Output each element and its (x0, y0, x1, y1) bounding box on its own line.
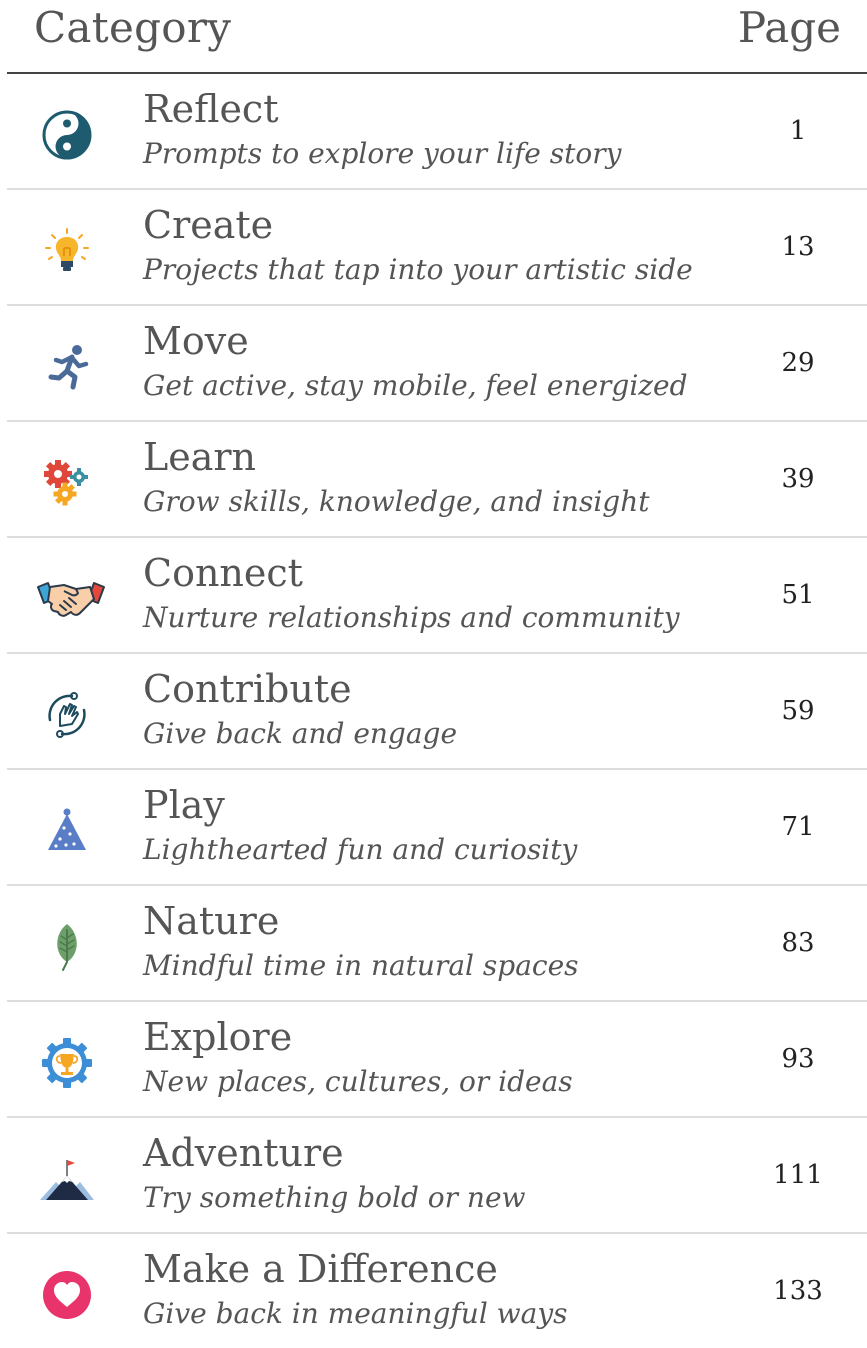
category-column-header: Category (34, 3, 232, 52)
trophy-gear-icon (39, 1035, 95, 1091)
category-list: Reflect Prompts to explore your life sto… (0, 74, 867, 1348)
helping-hand-icon (39, 687, 95, 743)
row-page-number: 59 (781, 696, 815, 726)
row-title: Make a Difference (143, 1247, 498, 1291)
row-page-number: 71 (781, 812, 815, 842)
row-title: Learn (143, 435, 257, 479)
mountain-flag-icon (37, 1151, 97, 1207)
row-page-number: 1 (789, 116, 807, 146)
leaf-icon (39, 919, 95, 975)
row-subtitle: Lighthearted fun and curiosity (143, 833, 578, 866)
row-page-number: 13 (781, 232, 815, 262)
runner-icon (39, 339, 95, 395)
row-subtitle: Give back and engage (143, 717, 458, 750)
table-header: Category Page (0, 0, 867, 74)
heart-icon (39, 1267, 95, 1323)
table-row[interactable]: Connect Nurture relationships and commun… (7, 538, 867, 654)
row-page-number: 111 (773, 1160, 823, 1190)
row-page-number: 51 (781, 580, 815, 610)
table-row[interactable]: Adventure Try something bold or new 111 (7, 1118, 867, 1234)
row-subtitle: Mindful time in natural spaces (143, 949, 579, 982)
page-column-header: Page (737, 3, 841, 52)
row-title: Explore (143, 1015, 293, 1059)
table-row[interactable]: Explore New places, cultures, or ideas 9… (7, 1002, 867, 1118)
table-row[interactable]: Make a Difference Give back in meaningfu… (7, 1234, 867, 1348)
lightbulb-icon (39, 223, 95, 279)
row-title: Adventure (143, 1131, 344, 1175)
yin-yang-icon (39, 107, 95, 163)
row-subtitle: Give back in meaningful ways (143, 1297, 568, 1330)
gears-icon (39, 455, 95, 511)
row-subtitle: Try something bold or new (143, 1181, 526, 1214)
party-hat-icon (39, 803, 95, 859)
row-title: Connect (143, 551, 303, 595)
row-page-number: 93 (781, 1044, 815, 1074)
row-subtitle: Get active, stay mobile, feel energized (143, 369, 688, 402)
row-subtitle: Projects that tap into your artistic sid… (143, 253, 693, 286)
handshake-icon (35, 571, 107, 627)
row-page-number: 83 (781, 928, 815, 958)
row-title: Create (143, 203, 274, 247)
row-subtitle: Grow skills, knowledge, and insight (143, 485, 650, 518)
row-title: Play (143, 783, 225, 827)
table-row[interactable]: Learn Grow skills, knowledge, and insigh… (7, 422, 867, 538)
table-row[interactable]: Contribute Give back and engage 59 (7, 654, 867, 770)
table-row[interactable]: Reflect Prompts to explore your life sto… (7, 74, 867, 190)
row-subtitle: New places, cultures, or ideas (143, 1065, 573, 1098)
row-title: Contribute (143, 667, 352, 711)
row-subtitle: Nurture relationships and community (143, 601, 680, 634)
table-row[interactable]: Create Projects that tap into your artis… (7, 190, 867, 306)
row-title: Move (143, 319, 249, 363)
row-subtitle: Prompts to explore your life story (143, 137, 622, 170)
row-title: Nature (143, 899, 280, 943)
table-row[interactable]: Move Get active, stay mobile, feel energ… (7, 306, 867, 422)
row-page-number: 29 (781, 348, 815, 378)
table-row[interactable]: Nature Mindful time in natural spaces 83 (7, 886, 867, 1002)
row-page-number: 133 (773, 1276, 823, 1306)
row-page-number: 39 (781, 464, 815, 494)
table-row[interactable]: Play Lighthearted fun and curiosity 71 (7, 770, 867, 886)
row-title: Reflect (143, 87, 279, 131)
